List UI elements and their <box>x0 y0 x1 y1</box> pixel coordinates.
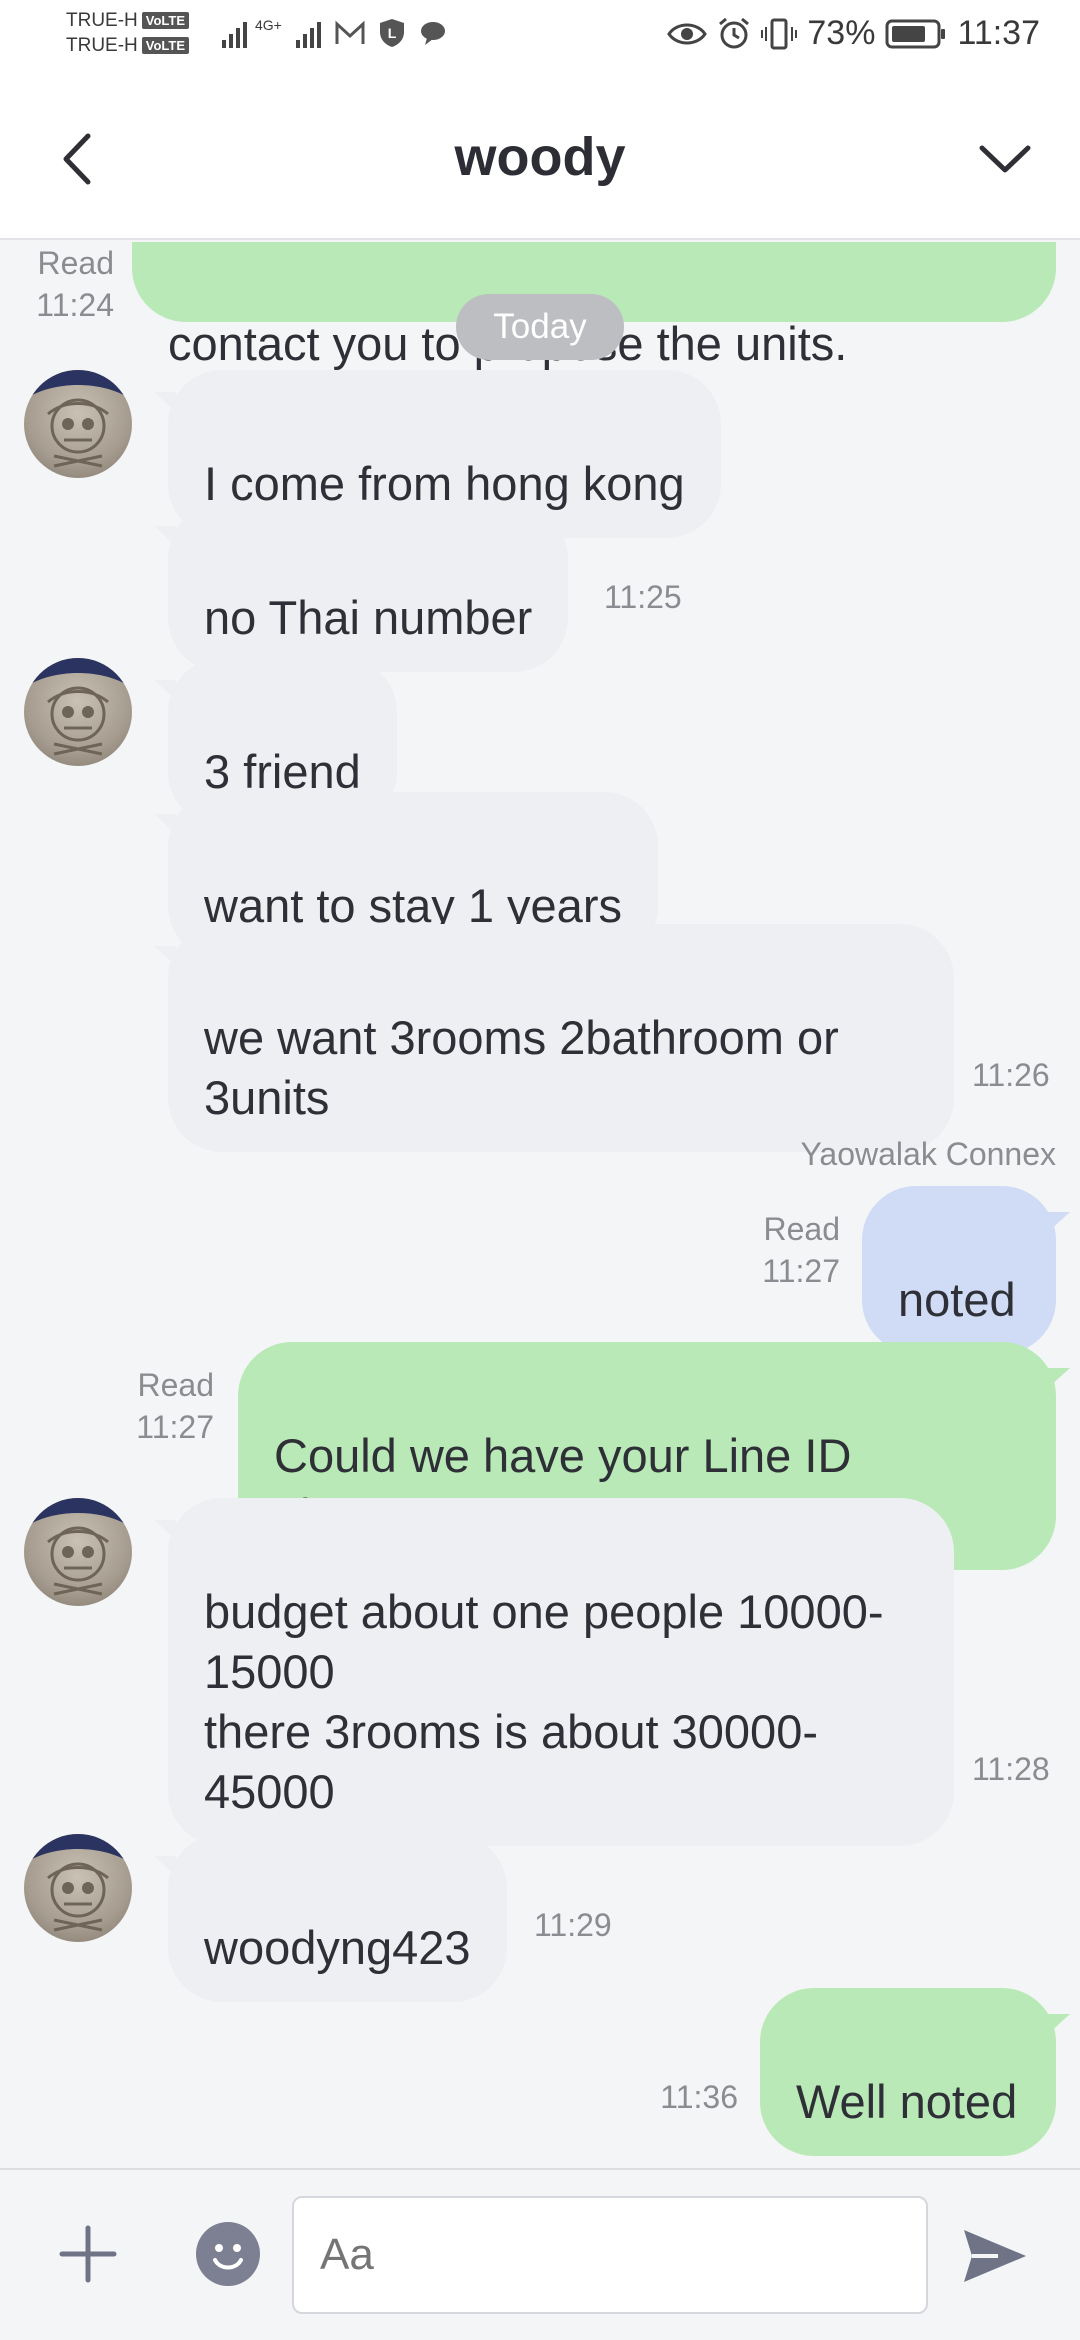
message-text: budget about one people 10000- 15000 the… <box>204 1585 884 1818</box>
message-input[interactable] <box>292 2196 928 2314</box>
read-receipt: Read 11:24 <box>36 245 114 323</box>
chat-header: woody <box>0 80 1080 240</box>
message-bubble-outgoing[interactable]: Well noted <box>760 1988 1070 2156</box>
message-text: we want 3rooms 2bathroom or 3units <box>204 1011 839 1124</box>
volte-badge: VoLTE <box>141 12 190 29</box>
avatar-image <box>24 370 132 468</box>
chevron-down-icon[interactable] <box>970 124 1040 194</box>
carrier-2: TRUE-H <box>66 35 138 56</box>
send-icon[interactable] <box>958 2220 1030 2292</box>
avatar-image <box>24 1834 132 1932</box>
message-text: Well noted <box>796 2075 1018 2128</box>
message-text: 3 friend <box>204 745 361 798</box>
eye-icon <box>667 23 708 44</box>
message-time: 11:25 <box>604 579 682 615</box>
avatar[interactable] <box>24 658 132 766</box>
avatar[interactable] <box>24 1834 132 1942</box>
message-input-bar <box>0 2168 1080 2340</box>
svg-text:L: L <box>388 25 397 41</box>
message-text: woodyng423 <box>204 1921 471 1974</box>
status-bar: TRUE-H VoLTE TRUE-H VoLTE 4G+ L 73% 11:3… <box>0 0 1080 80</box>
sender-name: Yaowalak Connex <box>800 1136 1056 1172</box>
alarm-icon <box>719 17 750 48</box>
date-separator: Today <box>456 294 624 360</box>
read-receipt: Read 11:27 <box>762 1211 840 1289</box>
message-time: 11:28 <box>972 1751 1050 1787</box>
clock: 11:37 <box>957 14 1040 52</box>
chat-notification-icon <box>420 22 445 45</box>
status-icons-left: 4G+ L <box>222 17 447 48</box>
message-text: I come from hong kong <box>204 457 685 510</box>
battery-icon <box>885 19 946 48</box>
message-time: 11:29 <box>534 1907 612 1943</box>
carrier-info: TRUE-H VoLTE TRUE-H VoLTE <box>66 8 206 58</box>
battery-percent: 73% <box>807 14 876 52</box>
message-bubble-outgoing[interactable]: noted <box>862 1186 1070 1354</box>
message-text: noted <box>898 1273 1016 1326</box>
message-time: 11:36 <box>660 2079 738 2115</box>
avatar-image <box>24 658 132 756</box>
message-time: 11:26 <box>972 1057 1050 1093</box>
carrier-1: TRUE-H <box>66 10 138 31</box>
plus-icon[interactable] <box>56 2222 120 2286</box>
message-text: no Thai number <box>204 591 533 644</box>
avatar[interactable] <box>24 1498 132 1606</box>
mail-icon <box>335 20 365 44</box>
chat-screen: TRUE-H VoLTE TRUE-H VoLTE 4G+ L 73% 11:3… <box>0 0 1080 2340</box>
signal-icon <box>222 18 247 48</box>
emoji-icon[interactable] <box>196 2222 260 2286</box>
avatar-image <box>24 1498 132 1596</box>
message-list[interactable]: Read 11:24 contact you to propose the un… <box>0 242 1080 2168</box>
avatar[interactable] <box>24 370 132 478</box>
signal-icon <box>295 18 321 48</box>
volte-badge: VoLTE <box>141 37 190 54</box>
vibrate-icon <box>761 18 798 49</box>
shield-icon: L <box>379 19 404 47</box>
read-receipt: Read 11:27 <box>136 1367 214 1445</box>
message-bubble-incoming[interactable]: budget about one people 10000- 15000 the… <box>154 1498 954 1846</box>
status-icons-right: 73% 11:37 <box>667 14 1040 53</box>
chat-title: woody <box>454 127 626 187</box>
message-bubble-incoming[interactable]: woodyng423 <box>154 1834 507 2002</box>
network-type: 4G+ <box>255 17 282 33</box>
message-bubble-incoming[interactable]: no Thai number <box>153 504 569 672</box>
message-bubble-incoming[interactable]: we want 3rooms 2bathroom or 3units <box>154 924 954 1152</box>
